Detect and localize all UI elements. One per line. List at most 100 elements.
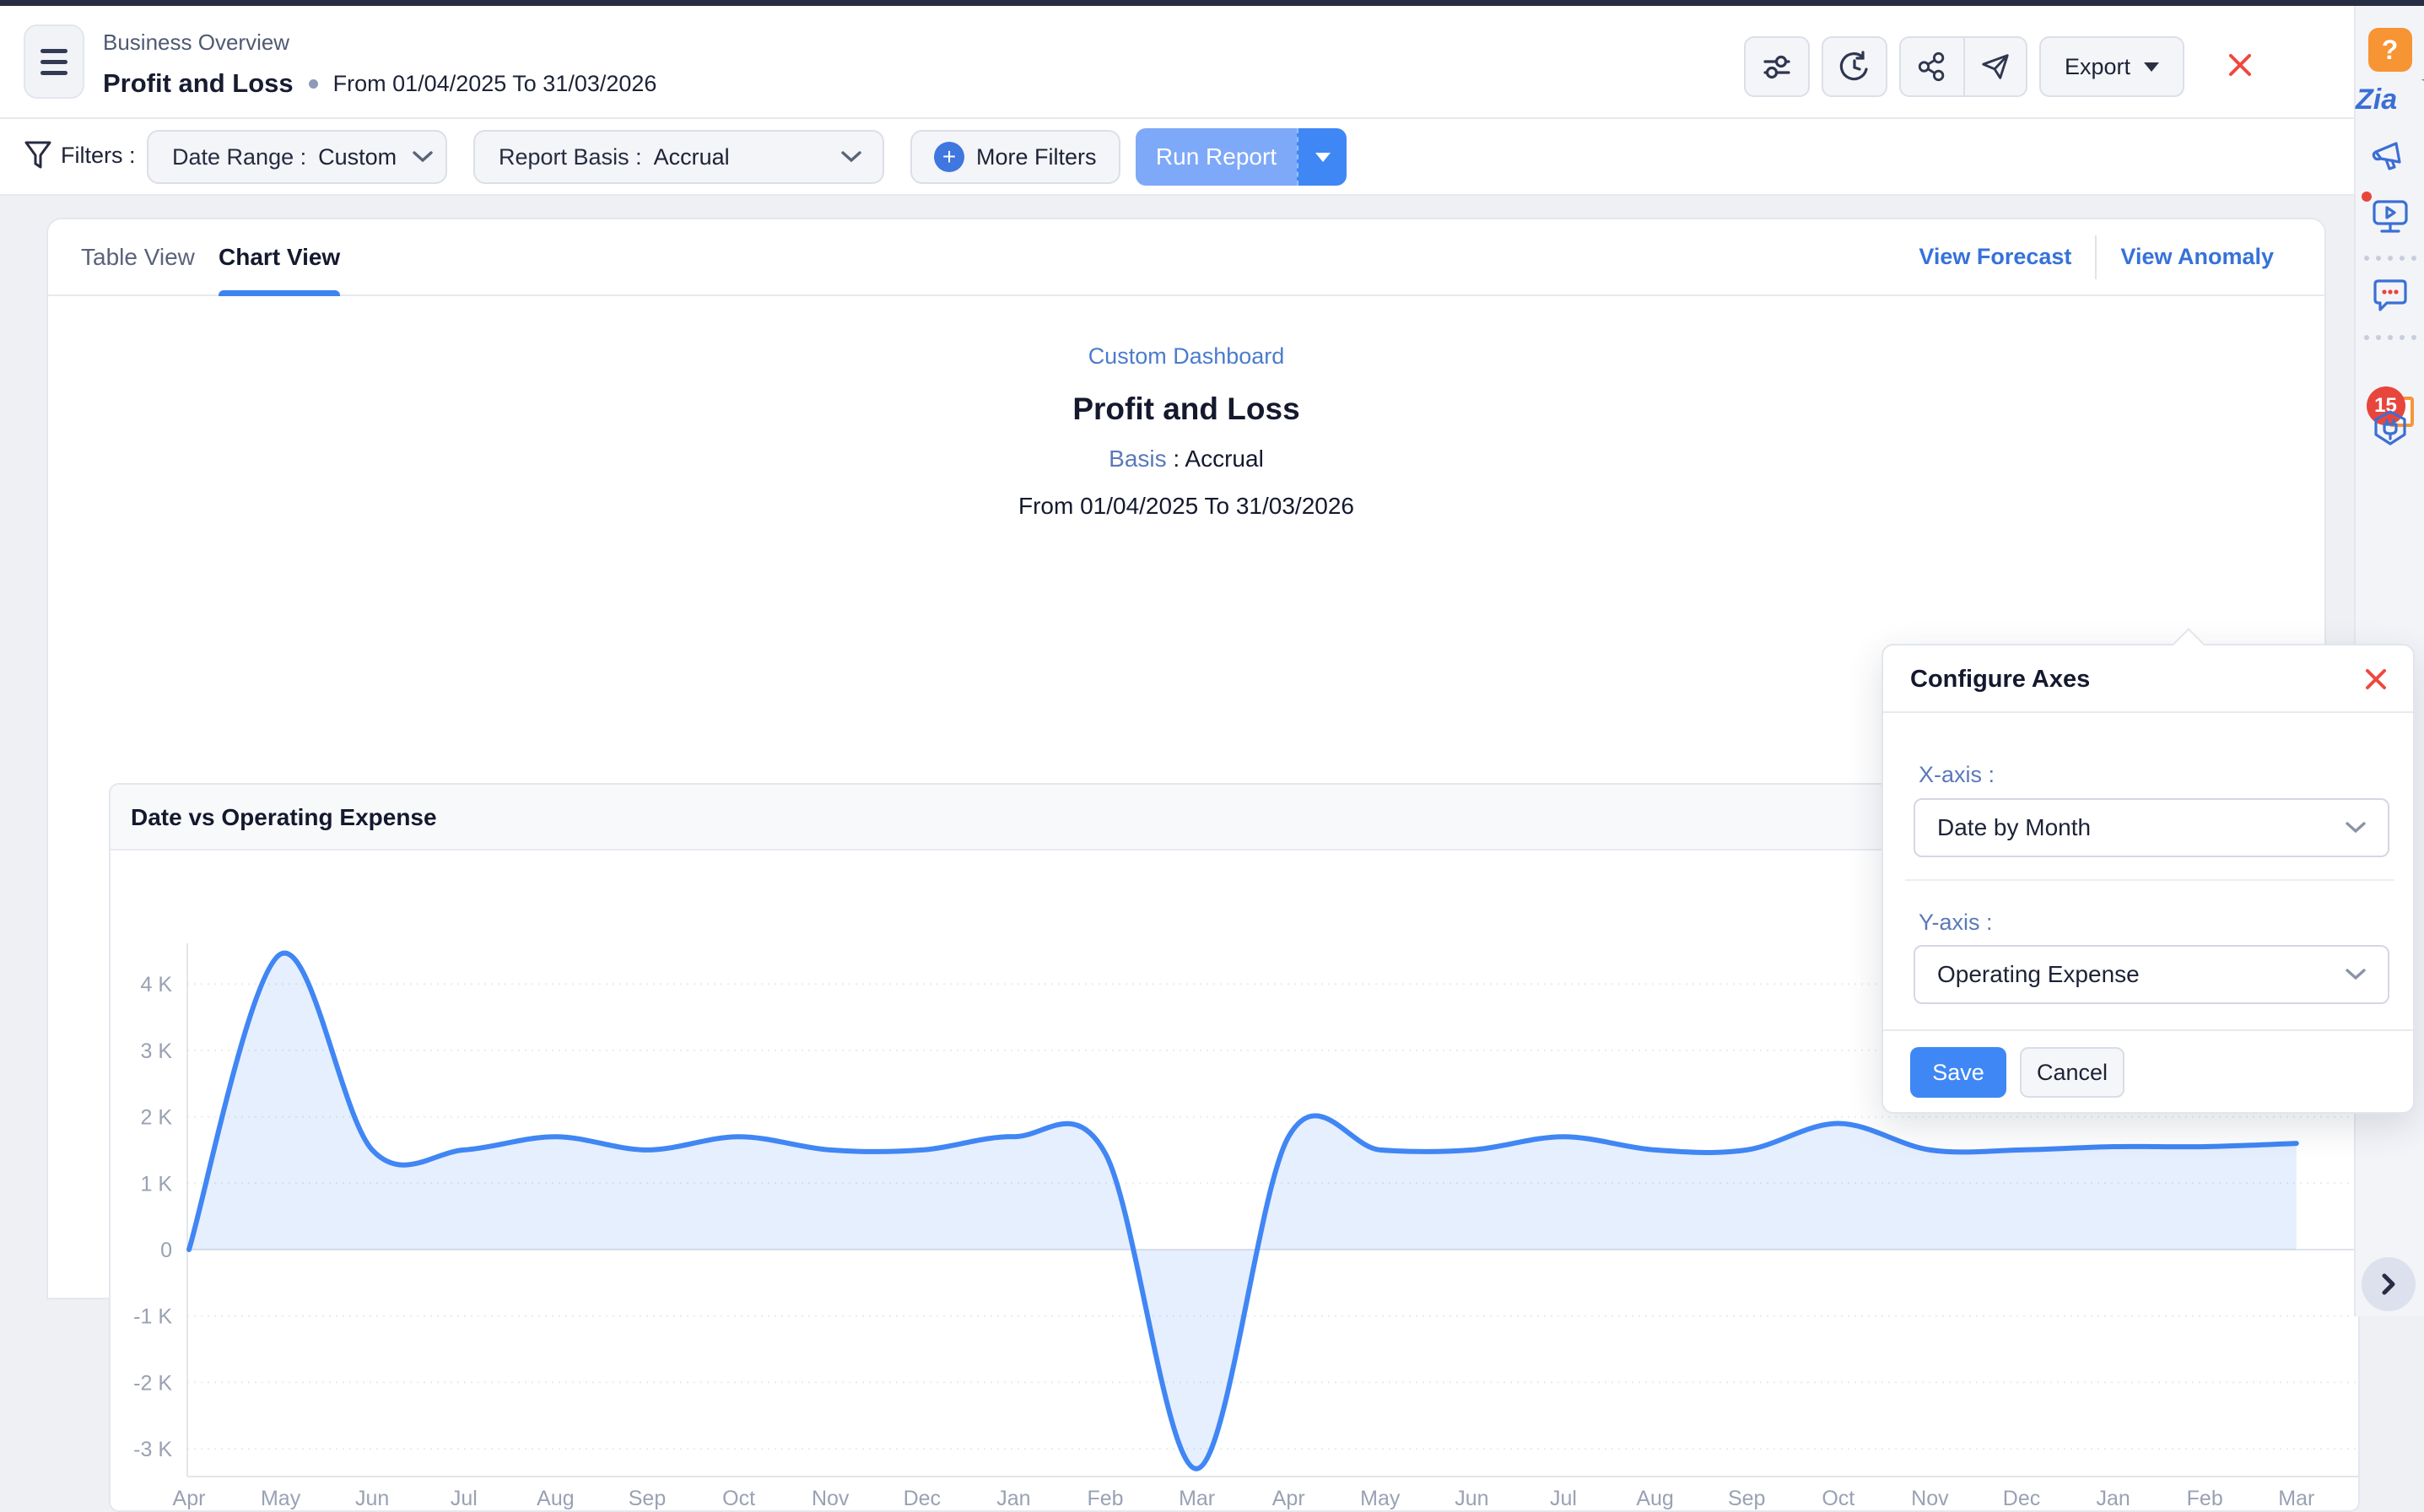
tab-chart-view[interactable]: Chart View bbox=[197, 219, 362, 294]
header-toolbar: Export bbox=[1744, 36, 2255, 97]
y-axis-tick-label: 2 K bbox=[140, 1106, 172, 1130]
breadcrumb[interactable]: Business Overview bbox=[103, 30, 289, 56]
run-report-caret-icon bbox=[1315, 153, 1331, 162]
feedback-chat-button[interactable] bbox=[2370, 278, 2411, 319]
report-basis-dropdown[interactable]: Report Basis : Accrual bbox=[473, 130, 884, 184]
export-label: Export bbox=[2065, 54, 2130, 80]
x-axis-tick-label: May bbox=[1360, 1487, 1401, 1510]
close-icon bbox=[2362, 666, 2389, 693]
popup-header: Configure Axes bbox=[1883, 645, 2413, 713]
share-icon bbox=[1916, 51, 1948, 83]
refresh-icon bbox=[1837, 49, 1872, 84]
y-axis-tick-label: -2 K bbox=[133, 1371, 172, 1395]
sidebar-separator bbox=[2364, 256, 2416, 261]
report-basis-line: Basis : Accrual bbox=[48, 446, 2324, 472]
hamburger-icon bbox=[40, 49, 67, 53]
filters-label: Filters : bbox=[24, 139, 136, 171]
x-axis-select[interactable]: Date by Month bbox=[1914, 798, 2389, 857]
x-axis-tick-label: Jul bbox=[1550, 1487, 1577, 1510]
announcements-button[interactable] bbox=[2371, 137, 2410, 178]
popup-divider bbox=[1905, 879, 2394, 881]
help-icon: ? bbox=[2368, 28, 2412, 72]
x-axis-tick-label: Oct bbox=[722, 1487, 755, 1510]
y-axis-select[interactable]: Operating Expense bbox=[1914, 945, 2389, 1004]
report-title: Profit and Loss bbox=[48, 392, 2324, 427]
notification-dot bbox=[2362, 192, 2372, 202]
help-button[interactable]: ? bbox=[2368, 28, 2412, 72]
x-axis-tick-label: Aug bbox=[537, 1487, 574, 1510]
x-axis-tick-label: May bbox=[261, 1487, 301, 1510]
run-report-dropdown[interactable] bbox=[1297, 128, 1347, 186]
share-send-group bbox=[1899, 36, 2027, 97]
more-filters-button[interactable]: + More Filters bbox=[910, 130, 1120, 184]
y-axis-value: Operating Expense bbox=[1937, 961, 2140, 988]
x-axis-value: Date by Month bbox=[1937, 814, 2091, 841]
view-anomaly-link[interactable]: View Anomaly bbox=[2097, 244, 2297, 270]
run-report-label[interactable]: Run Report bbox=[1136, 128, 1297, 186]
export-button[interactable]: Export bbox=[2039, 36, 2184, 97]
zia-icon: Zia bbox=[2356, 84, 2397, 116]
expand-sidebar-button[interactable] bbox=[2362, 1257, 2416, 1311]
x-axis-tick-label: Apr bbox=[1272, 1487, 1305, 1510]
x-axis-tick-label: Feb bbox=[2187, 1487, 2223, 1510]
send-icon bbox=[1979, 51, 2011, 83]
cancel-button[interactable]: Cancel bbox=[2020, 1047, 2124, 1098]
chevron-right-icon bbox=[2378, 1272, 2399, 1296]
x-axis-tick-label: Sep bbox=[629, 1487, 666, 1510]
popup-footer: Save Cancel bbox=[1883, 1029, 2413, 1112]
integrations-button[interactable] bbox=[2370, 409, 2411, 452]
x-axis-tick-label: Jan bbox=[2096, 1487, 2130, 1510]
report-basis-value: Accrual bbox=[654, 144, 730, 170]
view-tabs: Table View Chart View View Forecast View… bbox=[48, 219, 2324, 296]
x-axis-tick-label: Sep bbox=[1728, 1487, 1765, 1510]
date-range-dropdown[interactable]: Date Range : Custom bbox=[147, 130, 447, 184]
configure-axes-popup: Configure Axes X-axis : Date by Month Y-… bbox=[1881, 644, 2415, 1114]
chat-bubble-icon bbox=[2370, 278, 2411, 315]
report-period-line: From 01/04/2025 To 31/03/2026 bbox=[48, 493, 2324, 520]
chevron-down-icon bbox=[840, 150, 862, 164]
close-icon bbox=[2225, 50, 2255, 80]
popup-title: Configure Axes bbox=[1910, 645, 2090, 713]
y-axis-tick-label: -3 K bbox=[133, 1438, 172, 1461]
y-axis-tick-label: 0 bbox=[160, 1239, 172, 1262]
sidebar-separator bbox=[2364, 335, 2416, 340]
x-axis-tick-label: Dec bbox=[2003, 1487, 2040, 1510]
close-report-button[interactable] bbox=[2225, 50, 2255, 84]
plus-circle-icon: + bbox=[934, 142, 964, 172]
x-axis-tick-label: Nov bbox=[812, 1487, 850, 1510]
send-button[interactable] bbox=[1963, 38, 2026, 95]
save-button[interactable]: Save bbox=[1910, 1047, 2006, 1098]
refresh-history-button[interactable] bbox=[1822, 36, 1887, 97]
x-axis-tick-label: Nov bbox=[1911, 1487, 1949, 1510]
report-period: From 01/04/2025 To 31/03/2026 bbox=[333, 71, 657, 97]
app-window: Business Overview Profit and Loss From 0… bbox=[0, 0, 2424, 1316]
y-axis-tick-label: 4 K bbox=[140, 973, 172, 996]
sliders-icon bbox=[1760, 50, 1794, 84]
x-axis-tick-label: Jan bbox=[996, 1487, 1030, 1510]
filter-bar: Filters : Date Range : Custom Report Bas… bbox=[0, 119, 2354, 196]
zia-assistant-button[interactable]: Zia ✦ bbox=[2356, 84, 2424, 116]
y-axis-label: Y-axis : bbox=[1919, 910, 1993, 936]
popup-close-button[interactable] bbox=[2362, 666, 2389, 697]
report-header-bar: Business Overview Profit and Loss From 0… bbox=[0, 6, 2354, 119]
video-tutorials-button[interactable] bbox=[2370, 197, 2411, 240]
top-navy-strip bbox=[0, 0, 2424, 6]
funnel-icon bbox=[24, 139, 52, 171]
view-forecast-link[interactable]: View Forecast bbox=[1895, 244, 2095, 270]
title-row: Profit and Loss From 01/04/2025 To 31/03… bbox=[103, 68, 656, 99]
share-button[interactable] bbox=[1901, 38, 1963, 95]
title-separator-dot bbox=[309, 79, 318, 89]
customize-report-button[interactable] bbox=[1744, 36, 1810, 97]
chevron-down-icon bbox=[2344, 820, 2367, 835]
run-report-button[interactable]: Run Report bbox=[1136, 128, 1347, 186]
tab-table-view[interactable]: Table View bbox=[59, 219, 217, 294]
report-center-header: Custom Dashboard Profit and Loss Basis :… bbox=[48, 296, 2324, 520]
megaphone-icon bbox=[2371, 137, 2410, 174]
chevron-down-icon bbox=[412, 150, 434, 164]
custom-dashboard-link[interactable]: Custom Dashboard bbox=[1088, 343, 1285, 370]
x-axis-tick-label: Feb bbox=[1087, 1487, 1123, 1510]
hamburger-menu-button[interactable] bbox=[24, 24, 84, 99]
page-title: Profit and Loss bbox=[103, 68, 294, 99]
x-axis-tick-label: Jul bbox=[451, 1487, 478, 1510]
chart-panel-title: Date vs Operating Expense bbox=[131, 785, 437, 850]
